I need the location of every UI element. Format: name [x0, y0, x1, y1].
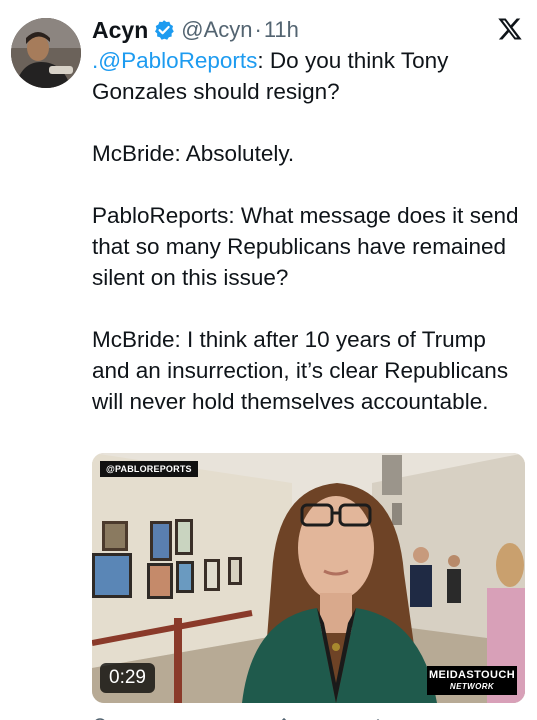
avatar-photo: [11, 18, 81, 88]
tweet-paragraph-1: .@PabloReports: Do you think Tony Gonzal…: [92, 45, 522, 107]
tweet-paragraph-2: McBride: Absolutely.: [92, 141, 295, 166]
mention-link[interactable]: .@PabloReports: [92, 48, 257, 73]
video-player[interactable]: @PABLOREPORTS 0:29 MEIDASTOUCH NETWORK: [92, 453, 525, 703]
watermark-line-2: NETWORK: [449, 682, 495, 691]
tweet-paragraph-3: PabloReports: What message does it send …: [92, 203, 519, 290]
author-name[interactable]: Acyn: [92, 17, 148, 44]
x-logo-icon[interactable]: [497, 16, 523, 42]
verified-badge-icon: [153, 19, 175, 41]
timestamp[interactable]: 11h: [264, 17, 299, 43]
author-handle[interactable]: @Acyn: [181, 17, 252, 43]
action-bar-partial: [0, 712, 537, 720]
tweet-header: Acyn @Acyn · 11h: [92, 14, 299, 46]
tweet-card: Acyn @Acyn · 11h .@PabloReports: Do you …: [0, 0, 537, 720]
separator-dot: ·: [254, 17, 262, 42]
avatar[interactable]: [11, 18, 81, 88]
tweet-text: .@PabloReports: Do you think Tony Gonzal…: [92, 45, 522, 417]
tweet-paragraph-4: McBride: I think after 10 years of Trump…: [92, 327, 509, 414]
source-overlay-tag: @PABLOREPORTS: [100, 461, 198, 477]
network-watermark: MEIDASTOUCH NETWORK: [427, 666, 517, 695]
video-duration: 0:29: [100, 663, 155, 693]
watermark-line-1: MEIDASTOUCH: [428, 669, 516, 681]
